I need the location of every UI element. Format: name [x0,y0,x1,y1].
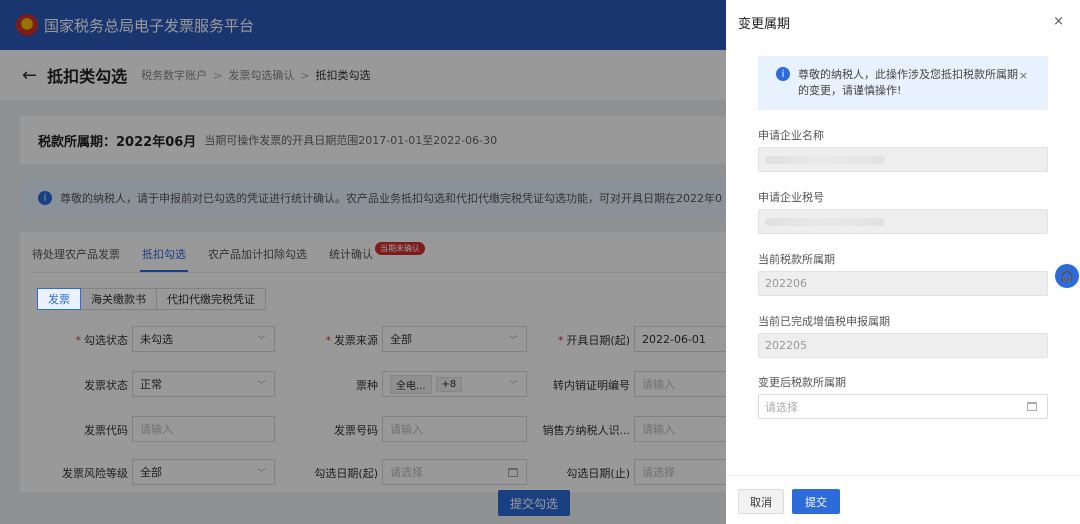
company-tax-id-label: 申请企业税号 [758,191,824,204]
new-period-label: 变更后税款所属期 [758,376,846,389]
drawer-header: 变更属期 [726,0,1080,44]
change-period-drawer: 变更属期 × i 尊敬的纳税人，此操作涉及您抵扣税款所属期的变更，请谨慎操作! … [726,0,1080,524]
company-tax-id-field [758,209,1048,234]
completed-period-field: 202205 [758,333,1048,358]
cancel-button[interactable]: 取消 [738,489,784,514]
redacted-value [765,217,885,226]
drawer-title: 变更属期 [738,16,791,32]
segment-invoice[interactable]: 发票 [37,288,81,310]
submit-button[interactable]: 提交 [792,489,840,514]
alert-close-icon[interactable]: × [1019,69,1028,82]
company-name-field [758,147,1048,172]
close-icon[interactable]: × [1053,14,1064,29]
modal-overlay[interactable] [0,0,726,524]
redacted-value [765,155,885,164]
alert-text: 尊敬的纳税人，此操作涉及您抵扣税款所属期的变更，请谨慎操作! [798,68,1018,97]
warning-alert: i 尊敬的纳税人，此操作涉及您抵扣税款所属期的变更，请谨慎操作! × [758,56,1048,110]
calendar-icon [1027,402,1037,411]
new-period-picker[interactable]: 请选择 [758,394,1048,419]
company-name-label: 申请企业名称 [758,129,824,142]
drawer-footer: 取消 提交 [726,475,1080,524]
current-period-label: 当前税款所属期 [758,253,835,266]
headset-help-icon[interactable]: 🎧 [1055,264,1079,288]
completed-period-label: 当前已完成增值税申报属期 [758,315,890,328]
info-icon: i [776,67,790,81]
current-period-field: 202206 [758,271,1048,296]
